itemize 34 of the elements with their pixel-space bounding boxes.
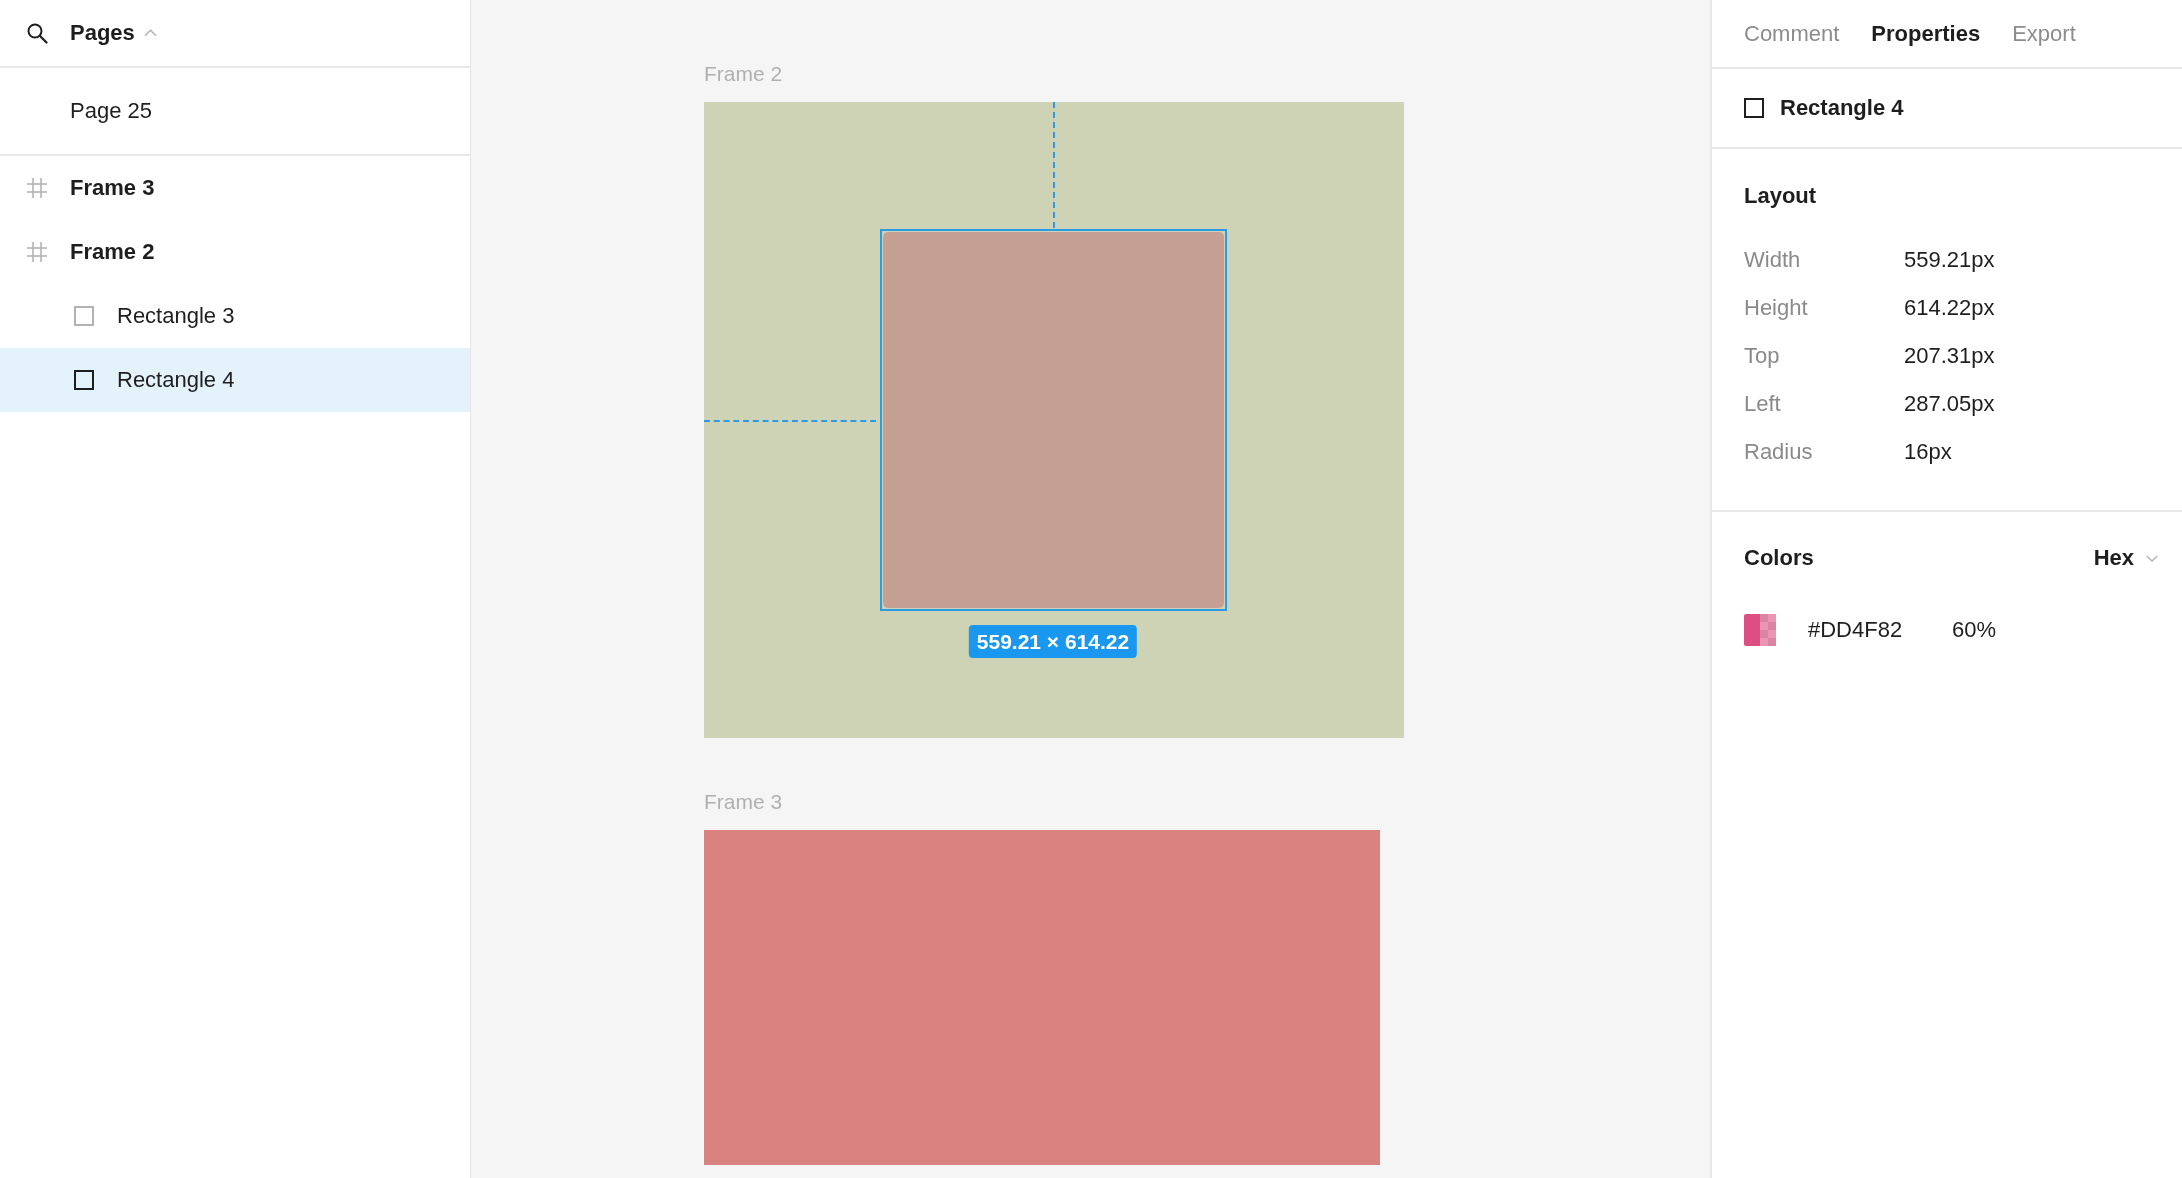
layer-item[interactable]: Frame 2 [0,220,470,284]
format-dropdown[interactable]: Hex [2093,545,2158,571]
square-icon [74,306,94,326]
layer-item[interactable]: Rectangle 4 [0,348,470,412]
property-value: 207.31px [1904,343,1995,369]
color-swatch-icon[interactable] [1744,614,1776,646]
property-label: Width [1744,247,1802,273]
property-label: Top [1744,343,1781,369]
property-value: 287.05px [1904,391,1995,417]
layer-item[interactable]: Frame 3 [0,156,470,220]
property-value: 16px [1904,439,1952,465]
frame-label: Frame 2 [704,61,783,87]
hash-icon [26,177,48,199]
pages-dropdown[interactable]: Pages [70,20,157,46]
search-icon[interactable] [26,22,48,44]
property-label: Radius [1744,439,1814,465]
panel-tab[interactable]: Properties [1871,20,1981,47]
property-label: Left [1744,391,1782,417]
color-hex-value: #DD4F82 [1808,617,1904,643]
square-icon [74,370,94,390]
square-icon [1744,98,1764,118]
property-label: Height [1744,295,1809,321]
size-badge: 559.21 × 614.22 [968,625,1138,658]
selection-name: Rectangle 4 [1780,95,1904,121]
section-title: Layout [1744,182,1818,210]
color-opacity-value: 60% [1952,617,1997,643]
property-value: 559.21px [1904,247,1995,273]
section-title: Colors [1744,544,1814,572]
hash-icon [26,241,48,263]
property-value: 614.22px [1904,295,1995,321]
frame-label: Frame 3 [704,789,783,815]
layer-item[interactable]: Rectangle 3 [0,284,470,348]
page-item[interactable]: Page 25 [0,68,470,154]
chevron-down-icon [2146,554,2158,562]
